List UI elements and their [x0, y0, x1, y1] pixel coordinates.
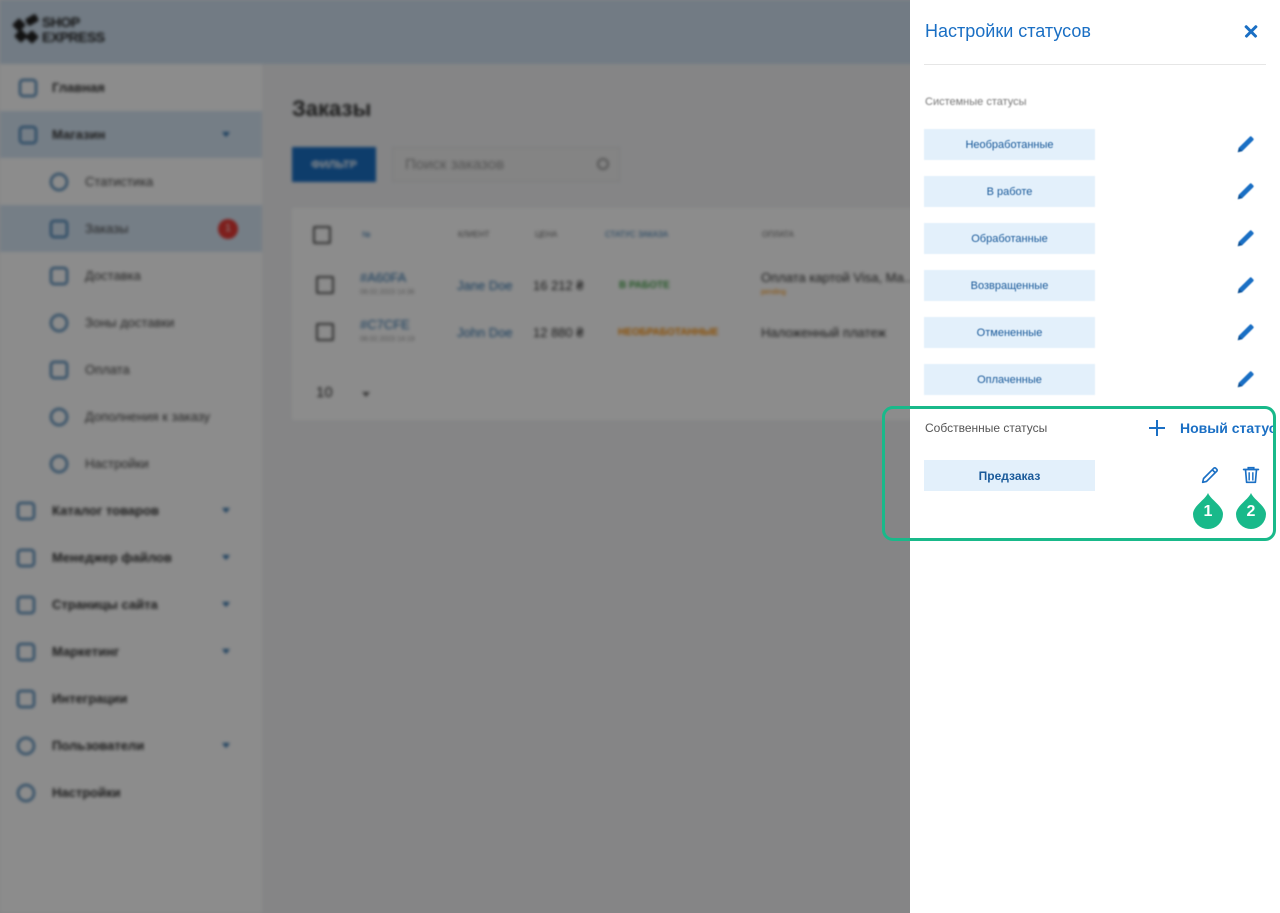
system-status-chip: Оплаченные [924, 364, 1095, 395]
system-status-chip: Необработанные [924, 129, 1095, 160]
system-status-chip: В работе [924, 176, 1095, 207]
system-status-chip: Возвращенные [924, 270, 1095, 301]
new-status-label: Новый статус [1180, 420, 1277, 436]
callout-marker-2: 2 [1236, 493, 1266, 529]
panel-title: Настройки статусов [925, 21, 1091, 41]
plus-icon [1147, 418, 1167, 438]
new-status-button[interactable]: Новый статус [1147, 416, 1277, 440]
custom-statuses-label: Собственные статусы [925, 421, 1048, 435]
edit-pencil-icon[interactable] [1235, 227, 1257, 249]
system-status-chip: Отмененные [924, 317, 1095, 348]
edit-pencil-icon[interactable] [1235, 368, 1257, 390]
divider [924, 64, 1266, 65]
close-icon[interactable] [1241, 21, 1261, 41]
edit-pencil-icon[interactable] [1199, 464, 1221, 486]
system-status-chip: Обработанные [924, 223, 1095, 254]
edit-pencil-icon[interactable] [1235, 133, 1257, 155]
modal-backdrop[interactable] [0, 0, 910, 913]
delete-trash-icon[interactable] [1240, 464, 1262, 486]
edit-pencil-icon[interactable] [1235, 274, 1257, 296]
custom-status-chip: Предзаказ [924, 460, 1095, 491]
system-statuses-label: Системные статусы [925, 96, 1027, 108]
edit-pencil-icon[interactable] [1235, 180, 1257, 202]
status-settings-panel: Настройки статусов Системные статусы Нео… [910, 0, 1280, 913]
callout-marker-1: 1 [1193, 493, 1223, 529]
edit-pencil-icon[interactable] [1235, 321, 1257, 343]
